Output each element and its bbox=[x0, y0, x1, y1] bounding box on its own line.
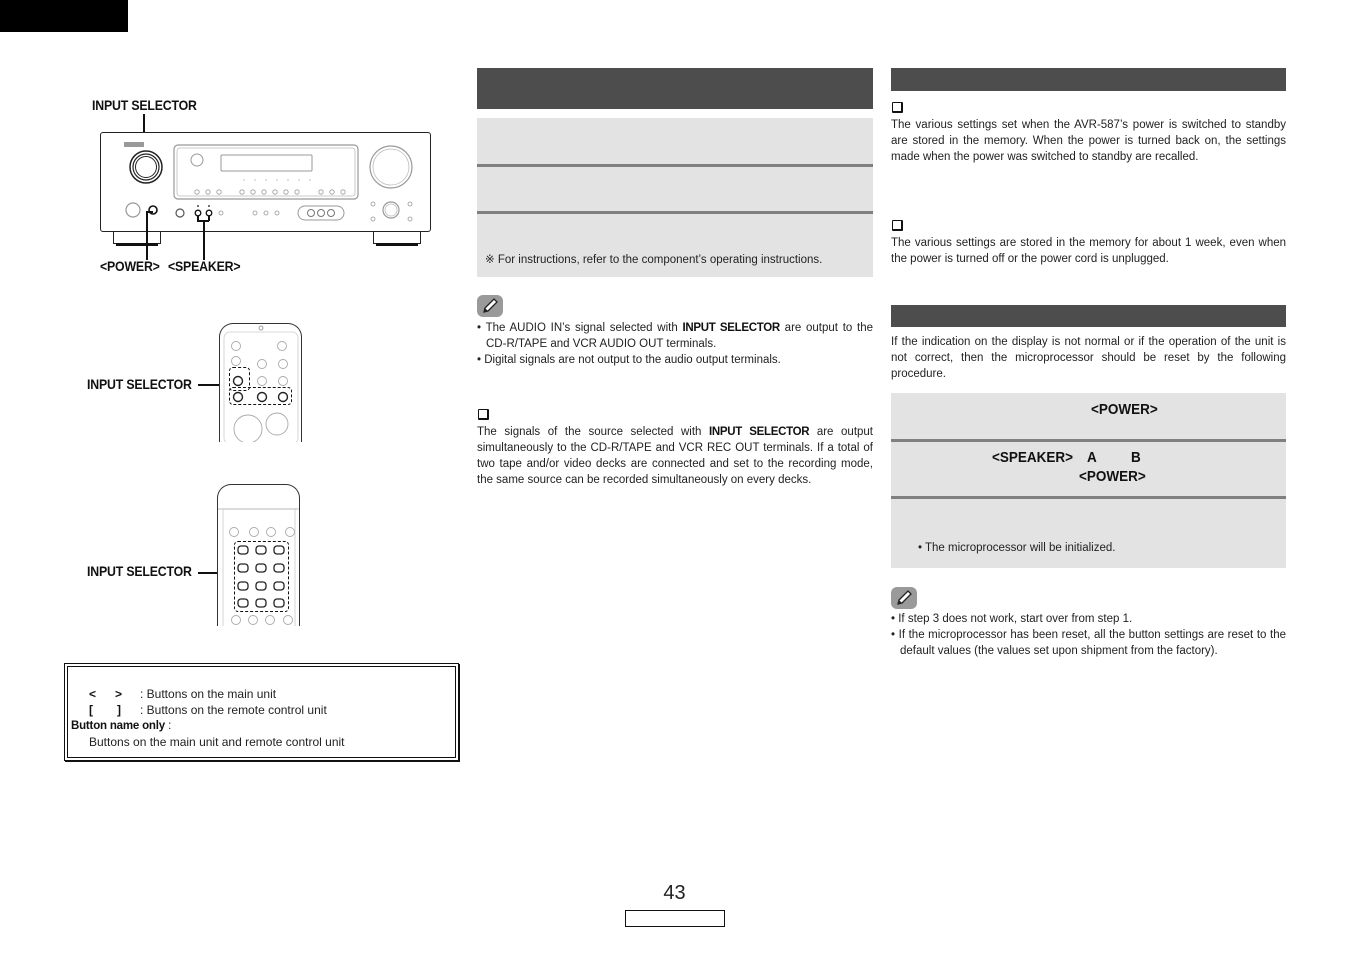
speaker-a-button-drawing bbox=[194, 209, 202, 217]
note-1-bold: INPUT SELECTOR bbox=[682, 322, 780, 334]
button-notation-legend: < > : Buttons on the main unit [ ] : But… bbox=[64, 663, 460, 762]
note-2-text: Digital signals are not output to the au… bbox=[484, 354, 781, 366]
middle-note-2: • Digital signals are not output to the … bbox=[477, 354, 781, 366]
step2-speaker-b-label: B bbox=[1131, 449, 1141, 466]
pencil-icon bbox=[891, 587, 917, 609]
reset-step-separator-1 bbox=[891, 439, 1286, 442]
reset-note-1-text: If step 3 does not work, start over from… bbox=[898, 613, 1133, 625]
legend-symbol-open-bracket: [ bbox=[89, 703, 93, 717]
step2-power-button-label: <POWER> bbox=[1079, 468, 1146, 485]
receiver-right-foot bbox=[373, 232, 421, 246]
power-button-drawing bbox=[148, 205, 158, 215]
reset-steps-box: <POWER> <SPEAKER> A B <POWER> • The micr… bbox=[891, 393, 1286, 568]
remote2-selector-highlight bbox=[234, 541, 289, 612]
backup-memory-paragraph: The various settings are stored in the m… bbox=[891, 237, 1286, 265]
brand-logo bbox=[124, 142, 144, 147]
reset-note-1: • If step 3 does not work, start over fr… bbox=[891, 613, 1133, 625]
steps-footnote: ※ For instructions, refer to the compone… bbox=[485, 254, 823, 266]
legend-symbol-close-bracket: ] bbox=[117, 703, 121, 717]
step3-bullet: • The microprocessor will be initialized… bbox=[918, 542, 1116, 554]
note-1-pre: The AUDIO IN’s signal selected with bbox=[485, 322, 683, 334]
legend-button-name-only-label: Button name only bbox=[71, 720, 165, 732]
rec-out-bold: INPUT SELECTOR bbox=[708, 426, 810, 438]
remote1-selector-highlight-row bbox=[229, 387, 292, 405]
page-footer-box bbox=[625, 910, 725, 927]
remote2-input-selector-callout: INPUT SELECTOR bbox=[87, 563, 192, 579]
reset-intro-paragraph: If the indication on the display is not … bbox=[891, 336, 1286, 380]
rec-out-pre: The signals of the source selected with bbox=[477, 426, 709, 438]
legend-symbol-close-angle: > bbox=[115, 687, 123, 701]
last-function-memory-paragraph: The various settings set when the AVR-58… bbox=[891, 119, 1286, 163]
headphone-jack bbox=[125, 202, 141, 218]
power-callout: <POWER> bbox=[100, 258, 160, 274]
remote-control-illustration-2 bbox=[217, 484, 300, 626]
receiver-drawing bbox=[124, 142, 413, 222]
remote-control-illustration-1 bbox=[219, 323, 302, 442]
remote1-input-selector-callout: INPUT SELECTOR bbox=[87, 376, 192, 392]
power-leader-elbow bbox=[146, 211, 153, 213]
receiver-left-foot bbox=[113, 232, 161, 246]
middle-note-1: • The AUDIO IN’s signal selected with IN… bbox=[477, 322, 874, 350]
step3-bullet-text: The microprocessor will be initialized. bbox=[925, 542, 1116, 554]
speaker-b-button-drawing bbox=[205, 209, 213, 217]
language-tab bbox=[0, 0, 128, 32]
input-selector-callout: INPUT SELECTOR bbox=[92, 97, 197, 113]
pencil-icon bbox=[477, 295, 503, 317]
step2-speaker-button-label: <SPEAKER> bbox=[992, 449, 1074, 466]
rec-out-paragraph: The signals of the source selected with … bbox=[477, 424, 873, 488]
legend-both-units-text: Buttons on the main unit and remote cont… bbox=[89, 735, 345, 749]
legend-colon: : bbox=[164, 720, 172, 732]
checkbox-icon bbox=[478, 409, 489, 420]
speaker-callout: <SPEAKER> bbox=[168, 258, 241, 274]
input-selector-knob bbox=[129, 150, 163, 184]
legend-remote-unit-text: : Buttons on the remote control unit bbox=[140, 703, 327, 717]
legend-button-name-only: Button name only : bbox=[71, 720, 171, 732]
middle-section-header-bar bbox=[477, 68, 873, 109]
legend-main-unit-text: : Buttons on the main unit bbox=[140, 687, 277, 701]
middle-steps-box: ※ For instructions, refer to the compone… bbox=[477, 118, 873, 277]
speaker-leader-line bbox=[203, 220, 205, 260]
display-screen bbox=[220, 154, 313, 172]
step-separator-2 bbox=[477, 211, 873, 214]
page-number: 43 bbox=[663, 882, 686, 904]
checkbox-icon bbox=[892, 220, 903, 231]
reset-section-header-bar bbox=[891, 305, 1286, 327]
memory-section-header-bar bbox=[891, 68, 1286, 91]
step-separator-1 bbox=[477, 164, 873, 167]
checkbox-icon bbox=[892, 102, 903, 113]
reset-note-2: • If the microprocessor has been reset, … bbox=[891, 629, 1286, 657]
reset-note-2-text: If the microprocessor has been reset, al… bbox=[898, 629, 1286, 657]
step2-speaker-a-label: A bbox=[1087, 449, 1097, 466]
reset-step-separator-2 bbox=[891, 496, 1286, 499]
legend-symbol-open-angle: < bbox=[89, 687, 97, 701]
power-leader-line bbox=[146, 212, 148, 260]
receiver-front-panel-illustration bbox=[100, 132, 431, 232]
step1-power-button-label: <POWER> bbox=[1091, 401, 1158, 418]
master-volume-knob bbox=[369, 145, 413, 189]
